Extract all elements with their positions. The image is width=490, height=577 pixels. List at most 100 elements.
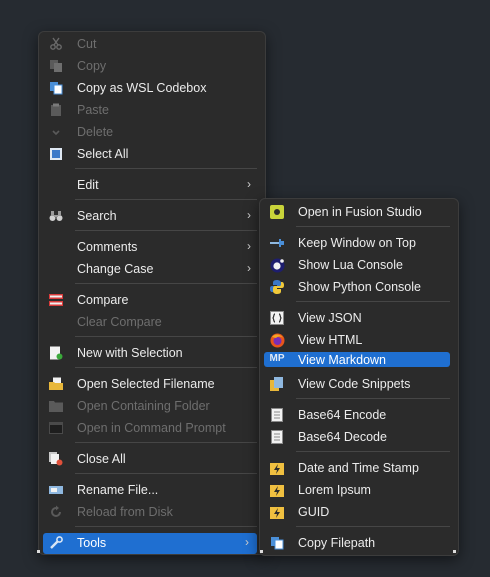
submenu-item-keep-window-on-top[interactable]: Keep Window on Top xyxy=(264,233,452,253)
submenu-item-open-in-fusion-studio[interactable]: Open in Fusion Studio xyxy=(264,202,452,222)
menu-item-label: Rename File... xyxy=(77,483,159,497)
copy-icon xyxy=(48,80,64,96)
menu-item-search[interactable]: Search › xyxy=(43,206,259,226)
menu-item-label: GUID xyxy=(298,505,330,519)
separator xyxy=(75,526,257,527)
submenu-item-view-code-snippets[interactable]: View Code Snippets xyxy=(264,374,452,394)
menu-item-new-with-selection[interactable]: New with Selection xyxy=(43,343,259,363)
menu-item-paste[interactable]: Paste xyxy=(43,100,259,120)
menu-item-edit[interactable]: Edit › xyxy=(43,175,259,195)
menu-item-label: Date and Time Stamp xyxy=(298,461,419,475)
chevron-right-icon: › xyxy=(247,177,251,191)
chevron-right-icon: › xyxy=(247,239,251,253)
menu-item-label: Open Containing Folder xyxy=(77,399,210,413)
separator xyxy=(75,199,257,200)
menu-item-tools[interactable]: Tools › xyxy=(43,533,257,554)
lightning-icon xyxy=(269,460,285,476)
submenu-item-view-json[interactable]: View JSON xyxy=(264,308,452,328)
menu-item-label: Delete xyxy=(77,125,114,139)
submenu-item-show-python-console[interactable]: Show Python Console xyxy=(264,277,452,297)
menu-item-label: Clear Compare xyxy=(77,315,162,329)
document-icon xyxy=(269,429,285,445)
separator xyxy=(75,230,257,231)
menu-item-label: View HTML xyxy=(298,333,363,347)
separator xyxy=(296,451,450,452)
menu-item-label: Close All xyxy=(77,452,126,466)
menu-item-select-all[interactable]: Select All xyxy=(43,144,259,164)
lightning-icon xyxy=(269,504,285,520)
separator xyxy=(296,526,450,527)
menu-item-label: New with Selection xyxy=(77,346,183,360)
command-prompt-icon xyxy=(48,420,64,436)
menu-corner-mark xyxy=(453,550,456,553)
menu-item-label: Open Selected Filename xyxy=(77,377,215,391)
menu-item-label: Search xyxy=(77,209,117,223)
menu-item-cut[interactable]: Cut xyxy=(43,34,259,54)
separator xyxy=(75,168,257,169)
menu-item-label: Paste xyxy=(77,103,109,117)
close-all-icon xyxy=(48,451,64,467)
binoculars-icon xyxy=(48,208,64,224)
separator xyxy=(296,398,450,399)
menu-item-comments[interactable]: Comments › xyxy=(43,237,259,257)
menu-item-label: Show Lua Console xyxy=(298,258,403,272)
menu-item-open-containing-folder[interactable]: Open Containing Folder xyxy=(43,396,259,416)
menu-item-label: Comments xyxy=(77,240,138,254)
menu-item-reload-from-disk[interactable]: Reload from Disk xyxy=(43,502,259,522)
menu-item-rename-file[interactable]: Rename File... xyxy=(43,480,259,500)
menu-item-label: Select All xyxy=(77,147,129,161)
separator xyxy=(75,473,257,474)
menu-item-open-in-command-prompt[interactable]: Open in Command Prompt xyxy=(43,418,259,438)
chevron-right-icon: › xyxy=(247,261,251,275)
context-menu: Cut Copy Copy as WSL Codebox Paste Delet… xyxy=(38,31,266,555)
chevron-right-icon: › xyxy=(245,535,249,549)
menu-item-label: Edit xyxy=(77,178,99,192)
json-icon xyxy=(269,310,285,326)
submenu-item-show-lua-console[interactable]: Show Lua Console xyxy=(264,255,452,275)
menu-item-delete[interactable]: Delete xyxy=(43,122,259,142)
fusion-icon xyxy=(269,204,285,220)
lua-icon xyxy=(269,257,285,273)
separator xyxy=(75,336,257,337)
submenu-item-copy-filepath[interactable]: Copy Filepath xyxy=(264,533,452,553)
lightning-icon xyxy=(269,482,285,498)
submenu-item-lorem-ipsum[interactable]: Lorem Ipsum xyxy=(264,480,452,500)
rename-icon xyxy=(48,482,64,498)
submenu-item-date-and-time-stamp[interactable]: Date and Time Stamp xyxy=(264,458,452,478)
submenu-item-base64-decode[interactable]: Base64 Decode xyxy=(264,427,452,447)
chevron-right-icon: › xyxy=(247,208,251,222)
menu-item-copy[interactable]: Copy xyxy=(43,56,259,76)
scissors-icon xyxy=(48,36,64,52)
menu-item-close-all[interactable]: Close All xyxy=(43,449,259,469)
reload-icon xyxy=(48,504,64,520)
python-icon xyxy=(269,279,285,295)
separator xyxy=(296,226,450,227)
pin-icon xyxy=(269,235,285,251)
firefox-icon xyxy=(269,332,285,348)
menu-item-label: Open in Command Prompt xyxy=(77,421,226,435)
compare-icon xyxy=(48,292,64,308)
menu-item-copy-as-wsl-codebox[interactable]: Copy as WSL Codebox xyxy=(43,78,259,98)
menu-item-open-selected-filename[interactable]: Open Selected Filename xyxy=(43,374,259,394)
snippets-icon xyxy=(269,376,285,392)
menu-item-label: Lorem Ipsum xyxy=(298,483,371,497)
submenu-item-base64-encode[interactable]: Base64 Encode xyxy=(264,405,452,425)
submenu-item-guid[interactable]: GUID xyxy=(264,502,452,522)
menu-item-label: View Code Snippets xyxy=(298,377,411,391)
menu-corner-mark xyxy=(37,550,40,553)
markdown-icon: MP xyxy=(269,353,285,364)
menu-item-label: Show Python Console xyxy=(298,280,421,294)
submenu-item-view-markdown[interactable]: MP View Markdown xyxy=(264,352,450,367)
menu-item-label: Open in Fusion Studio xyxy=(298,205,422,219)
menu-item-label: View Markdown xyxy=(298,353,387,367)
submenu-item-view-html[interactable]: View HTML xyxy=(264,330,452,350)
separator xyxy=(75,283,257,284)
menu-item-compare[interactable]: Compare xyxy=(43,290,259,310)
tools-icon xyxy=(48,535,64,551)
menu-item-clear-compare[interactable]: Clear Compare xyxy=(43,312,259,332)
menu-item-change-case[interactable]: Change Case › xyxy=(43,259,259,279)
copy-icon xyxy=(48,58,64,74)
tools-submenu: Open in Fusion Studio Keep Window on Top… xyxy=(259,198,459,556)
menu-item-label: Cut xyxy=(77,37,97,51)
menu-item-label: Copy as WSL Codebox xyxy=(77,81,207,95)
